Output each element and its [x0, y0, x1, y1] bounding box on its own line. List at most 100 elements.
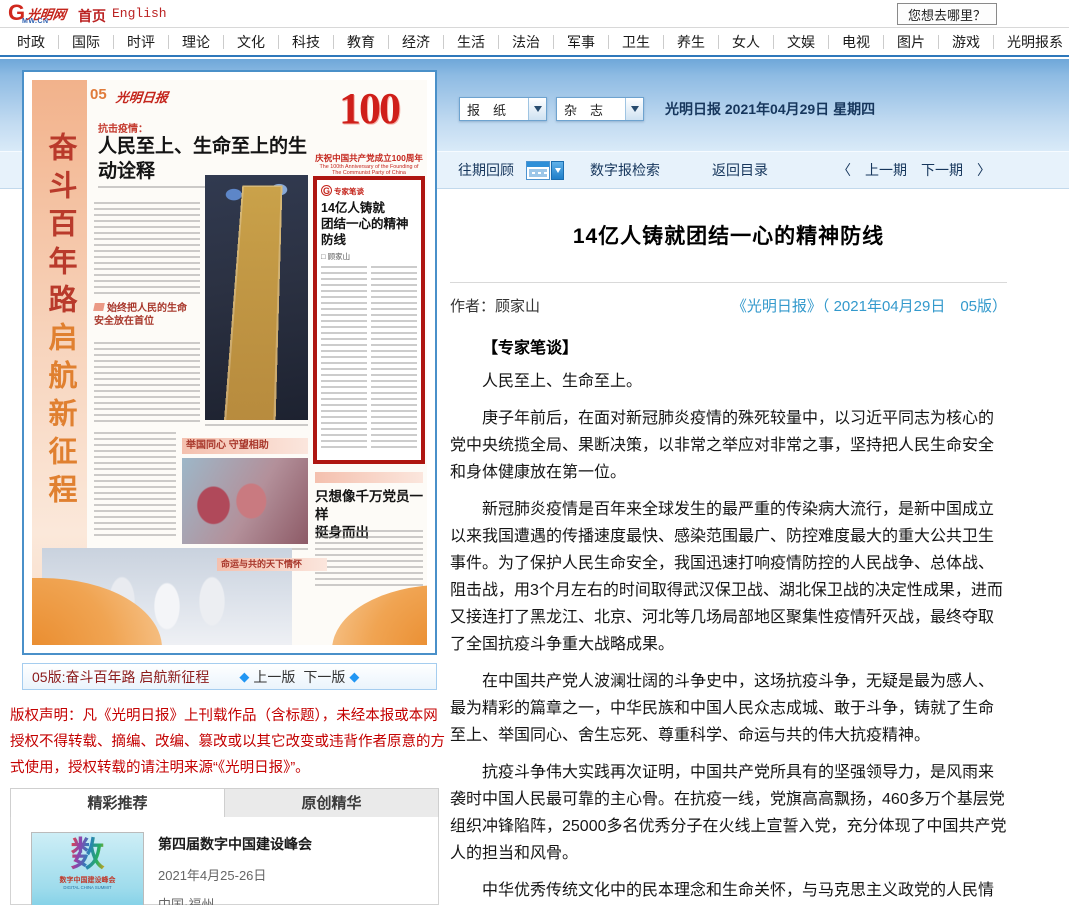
flag-icon	[93, 303, 105, 311]
nav-item-gmbaoxi[interactable]: 光明报系	[994, 35, 1069, 49]
search-input[interactable]	[897, 3, 997, 25]
scan-page-number: 05	[90, 86, 107, 103]
prev-bracket-icon[interactable]: 〈	[837, 160, 851, 180]
scan-subheadline-2: 举国同心 守望相助	[182, 438, 308, 454]
scan-subheadline-3: 命运与共的天下情怀	[217, 558, 327, 571]
main-nav: 时政 国际 时评 理论 文化 科技 教育 经济 生活 法治 军事 卫生 养生 女…	[0, 29, 1069, 57]
article-byline: 作者：顾家山 《光明日报》（ 2021年04月29日 05版）	[450, 295, 1007, 316]
article-title: 14亿人铸就团结一心的精神防线	[450, 220, 1007, 250]
nav-item-nvren[interactable]: 女人	[719, 35, 774, 49]
article-body: 人民至上、生命至上。 庚子年前后，在面对新冠肺炎疫情的殊死较量中，以习近平同志为…	[450, 368, 1007, 905]
scan-textcol-sim	[94, 342, 200, 426]
nav-item-keji[interactable]: 科技	[279, 35, 334, 49]
recommendation-meta: 第四届数字中国建设峰会 2021年4月25-26日 中国·福州	[158, 832, 312, 905]
walkway-ramp	[220, 185, 282, 420]
diamond-icon: ◆	[349, 669, 359, 685]
article-paragraph: 庚子年前后，在面对新冠肺炎疫情的殊死较量中，以习近平同志为核心的党中央统揽全局、…	[450, 405, 1007, 486]
calendar-picker[interactable]	[526, 161, 564, 180]
scan-photo-caption-sim	[205, 424, 308, 430]
magazine-select-value: 杂 志	[557, 100, 625, 119]
back-issues-link[interactable]: 往期回顾	[458, 160, 514, 180]
nav-item-youxi[interactable]: 游戏	[939, 35, 994, 49]
recommendation-location: 中国·福州	[158, 894, 312, 905]
nav-item-guoji[interactable]: 国际	[59, 35, 114, 49]
divider	[450, 282, 1007, 283]
nav-item-junshi[interactable]: 军事	[554, 35, 609, 49]
nav-item-wenhua[interactable]: 文化	[224, 35, 279, 49]
boxed-article-title: 14亿人铸就 团结一心的精神防线	[321, 200, 417, 248]
next-bracket-icon[interactable]: 〉	[977, 160, 991, 180]
nav-item-jiaoyu[interactable]: 教育	[334, 35, 389, 49]
recommendation-date: 2021年4月25-26日	[158, 865, 312, 884]
nav-item-shenghuo[interactable]: 生活	[444, 35, 499, 49]
newspaper-page-image[interactable]: 奋斗百年路启航新征程 05 光明日报 抗击疫情： 人民至上、生命至上的生动诠释 …	[22, 70, 437, 655]
emblem-caption: 庆祝中国共产党成立100周年 The 100th Anniversary of …	[313, 152, 425, 176]
tab-featured[interactable]: 精彩推荐	[10, 788, 225, 818]
boxed-article-author: □ 顾家山	[321, 251, 417, 262]
emblem-100-number: 100	[313, 80, 425, 138]
scan-banner-text: 奋斗百年路启航新征程	[42, 132, 78, 512]
paper-select-value: 报 纸	[460, 100, 528, 119]
recommendation-thumbnail[interactable]: 数 数字中国建设峰会 DIGITAL CHINA SUMMIT	[31, 832, 144, 905]
home-link[interactable]: 首页	[78, 6, 106, 26]
party-100th-emblem: 100	[313, 80, 425, 156]
nav-item-yangsheng[interactable]: 养生	[664, 35, 719, 49]
nav-item-jingji[interactable]: 经济	[389, 35, 444, 49]
article-paragraph: 在中国共产党人波澜壮阔的斗争史中，这场抗疫斗争，无疑是最为感人、最为精彩的篇章之…	[450, 668, 1007, 749]
page-bar-label: 05版:奋斗百年路 启航新征程	[32, 667, 209, 687]
chevron-down-icon[interactable]	[528, 98, 546, 120]
next-page-link[interactable]: 下一版	[303, 667, 345, 687]
issue-date: 光明日报 2021年04月29日 星期四	[665, 99, 875, 119]
newspaper-scan: 奋斗百年路启航新征程 05 光明日报 抗击疫情： 人民至上、生命至上的生动诠释 …	[32, 80, 427, 645]
boxed-article-label: G专家笔谈	[321, 185, 417, 197]
scan-kicker: 抗击疫情：	[98, 120, 148, 135]
prev-page-link[interactable]: 上一版	[253, 667, 295, 687]
nav-item-shiping[interactable]: 时评	[114, 35, 169, 49]
chevron-down-icon[interactable]	[625, 98, 643, 120]
magazine-select[interactable]: 杂 志	[556, 97, 644, 121]
calendar-icon[interactable]	[526, 161, 550, 180]
recommendation-item[interactable]: 数 数字中国建设峰会 DIGITAL CHINA SUMMIT 第四届数字中国建…	[31, 832, 312, 905]
tab-original[interactable]: 原创精华	[225, 788, 439, 818]
paper-select[interactable]: 报 纸	[459, 97, 547, 121]
prev-issue-link[interactable]: 上一期	[865, 160, 907, 180]
page-navigation-bar: 05版:奋斗百年路 启航新征程 ◆ 上一版 下一版 ◆	[22, 663, 437, 690]
tab-content: 数 数字中国建设峰会 DIGITAL CHINA SUMMIT 第四届数字中国建…	[10, 817, 439, 905]
left-tabs: 精彩推荐 原创精华	[10, 788, 439, 818]
nav-item-wenyu[interactable]: 文娱	[774, 35, 829, 49]
nav-item-weisheng[interactable]: 卫生	[609, 35, 664, 49]
article-author: 作者：顾家山	[450, 295, 540, 316]
nav-item-tupian[interactable]: 图片	[884, 35, 939, 49]
article: 14亿人铸就团结一心的精神防线 作者：顾家山 《光明日报》（ 2021年04月2…	[450, 220, 1007, 905]
copyright-notice: 版权声明：凡《光明日报》上刊载作品（含标题），未经本报或本网授权不得转载、摘编、…	[10, 703, 446, 781]
nav-item-lilun[interactable]: 理论	[169, 35, 224, 49]
header: G MW.CN 光明网 首页 English	[0, 0, 1069, 28]
article-paragraph: 中华优秀传统文化中的民本理念和生命关怀，与马克思主义政党的人民情怀深深契合。中国…	[450, 877, 1007, 905]
scan-textcol-sim	[94, 432, 176, 540]
page: G MW.CN 光明网 首页 English 时政 国际 时评 理论 文化 科技…	[0, 0, 1069, 905]
issue-subtoolbar: 往期回顾 数字报检索 返回目录 〈 上一期 下一期 〉	[458, 158, 1005, 182]
g-logo-icon: G	[321, 185, 332, 196]
recommendation-title[interactable]: 第四届数字中国建设峰会	[158, 834, 312, 854]
nav-item-shizheng[interactable]: 时政	[4, 35, 59, 49]
site-logo[interactable]: G MW.CN 光明网	[8, 3, 66, 23]
english-link[interactable]: English	[112, 6, 167, 21]
nav-item-dianshi[interactable]: 电视	[829, 35, 884, 49]
calendar-dropdown-icon[interactable]	[551, 161, 564, 180]
summit-logo-icon: 数	[71, 836, 105, 874]
orange-swoosh-right	[332, 585, 427, 645]
scan-subheadline-4-tag	[315, 472, 423, 483]
back-to-contents-link[interactable]: 返回目录	[712, 160, 768, 180]
article-paragraph: 人民至上、生命至上。	[450, 368, 1007, 395]
scan-subheadline-1: 始终把人民的生命 安全放在首位	[94, 302, 187, 328]
issue-pager: 〈 上一期 下一期 〉	[837, 160, 1005, 180]
nav-item-fazhi[interactable]: 法治	[499, 35, 554, 49]
boxed-article-columns	[321, 266, 417, 452]
article-paragraph: 抗疫斗争伟大实践再次证明，中国共产党所具有的坚强领导力，是风雨来袭时中国人民最可…	[450, 759, 1007, 867]
digital-search-link[interactable]: 数字报检索	[590, 160, 660, 180]
scan-textcol-sim	[94, 202, 200, 298]
scan-photo-volunteers	[182, 458, 308, 544]
next-issue-link[interactable]: 下一期	[921, 160, 963, 180]
scan-photo-night-walkway	[205, 175, 308, 420]
scan-masthead: 光明日报	[115, 87, 169, 106]
